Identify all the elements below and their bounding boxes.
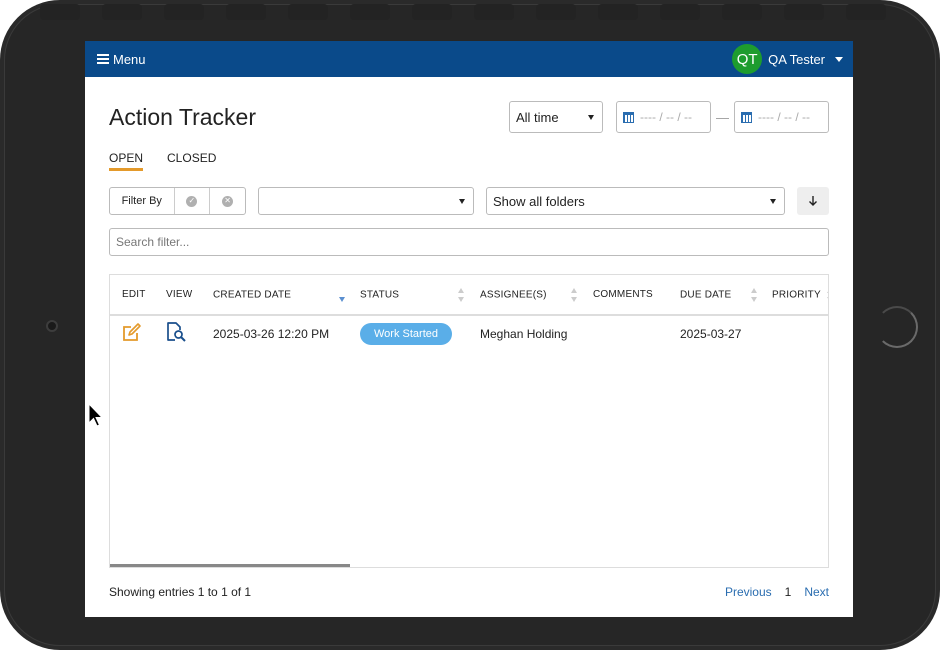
chevron-down-icon <box>459 198 465 204</box>
assignee-cell: Meghan Holding <box>480 326 568 341</box>
due-date-cell: 2025-03-27 <box>680 326 742 341</box>
edit-cell <box>110 315 154 351</box>
status-cell: Work Started <box>348 315 468 351</box>
sort-direction-button[interactable] <box>797 187 829 215</box>
sort-icon <box>458 287 465 302</box>
tab-open[interactable]: OPEN <box>109 151 144 171</box>
table-row: 2025-03-26 12:20 PM Work Started Meghan … <box>110 315 828 351</box>
tab-closed[interactable]: CLOSED <box>167 151 216 171</box>
view-cell <box>154 315 201 351</box>
chevron-down-icon <box>770 198 776 204</box>
filter-field-select[interactable] <box>258 187 474 215</box>
filter-clear-button[interactable]: ✕ <box>210 188 245 214</box>
column-header-comments[interactable]: COMMENTS <box>581 275 668 316</box>
sort-icon <box>751 287 758 302</box>
column-header-priority[interactable]: PRIORITY <box>760 275 828 316</box>
mouse-cursor-icon <box>88 403 104 427</box>
chevron-down-icon <box>835 56 843 62</box>
column-header-view: VIEW <box>154 275 201 316</box>
navbar: Menu QT QA Tester <box>85 41 853 77</box>
time-filter-select[interactable]: All time <box>509 101 603 133</box>
menu-button[interactable]: Menu <box>97 52 146 67</box>
header-row: Action Tracker All time ---- / -- / -- —… <box>109 101 829 133</box>
date-range-separator: — <box>716 109 729 125</box>
table-header-row: EDIT VIEW CREATED DATE STATUS ASSIGNEE(S… <box>110 275 828 316</box>
check-circle-icon: ✓ <box>186 195 198 207</box>
main-content: Action Tracker All time ---- / -- / -- —… <box>85 101 853 599</box>
sort-icon <box>570 287 578 302</box>
sort-desc-icon <box>339 288 346 302</box>
user-name: QA Tester <box>768 51 825 67</box>
date-from-input[interactable]: ---- / -- / -- <box>616 101 711 133</box>
action-table-container: EDIT VIEW CREATED DATE STATUS ASSIGNEE(S… <box>109 274 829 568</box>
date-to-placeholder: ---- / -- / -- <box>758 110 810 124</box>
filter-row: Filter By ✓ ✕ Show all folders <box>109 187 829 215</box>
sort-icon <box>826 287 828 302</box>
calendar-icon <box>623 111 634 123</box>
column-header-status[interactable]: STATUS <box>348 275 468 316</box>
column-header-edit: EDIT <box>110 275 154 316</box>
filter-by-button[interactable]: Filter By <box>110 188 175 214</box>
filter-button-group: Filter By ✓ ✕ <box>109 187 246 215</box>
search-input[interactable]: Search filter... <box>109 228 829 256</box>
comments-cell <box>581 315 668 351</box>
camera-icon <box>46 320 58 332</box>
arrow-down-icon <box>809 196 817 206</box>
edit-icon[interactable] <box>122 322 142 342</box>
entries-info: Showing entries 1 to 1 of 1 <box>109 585 252 599</box>
bezel-texture <box>40 4 900 22</box>
column-header-due-date[interactable]: DUE DATE <box>668 275 760 316</box>
date-from-placeholder: ---- / -- / -- <box>640 110 692 124</box>
filter-apply-button[interactable]: ✓ <box>175 188 211 214</box>
folder-select-value: Show all folders <box>493 193 585 209</box>
column-header-created-date[interactable]: CREATED DATE <box>201 275 348 316</box>
home-button[interactable] <box>876 306 918 348</box>
chevron-down-icon <box>588 114 594 120</box>
tablet-frame: Menu QT QA Tester Action Tracker All tim… <box>0 0 940 650</box>
document-search-icon[interactable] <box>166 322 188 342</box>
pagination: Previous 1 Next <box>725 585 829 599</box>
next-page-link[interactable]: Next <box>804 585 829 599</box>
user-menu[interactable]: QT QA Tester <box>732 44 843 74</box>
priority-cell <box>760 315 828 351</box>
table-footer: Showing entries 1 to 1 of 1 Previous 1 N… <box>109 585 829 599</box>
previous-page-link[interactable]: Previous <box>725 585 772 599</box>
created-date-cell: 2025-03-26 12:20 PM <box>213 326 330 341</box>
page-title: Action Tracker <box>109 103 256 130</box>
status-badge: Work Started <box>360 322 452 345</box>
menu-label: Menu <box>113 51 146 67</box>
header-controls: All time ---- / -- / -- — ---- / -- / -- <box>509 101 829 133</box>
horizontal-scrollbar[interactable] <box>110 564 350 567</box>
app-screen: Menu QT QA Tester Action Tracker All tim… <box>85 41 853 617</box>
column-header-assignees[interactable]: ASSIGNEE(S) <box>468 275 581 316</box>
avatar: QT <box>732 44 763 74</box>
time-filter-value: All time <box>516 109 559 125</box>
hamburger-icon <box>97 54 109 64</box>
folder-select[interactable]: Show all folders <box>486 187 785 215</box>
current-page-number[interactable]: 1 <box>785 585 792 599</box>
action-table: EDIT VIEW CREATED DATE STATUS ASSIGNEE(S… <box>110 275 828 351</box>
calendar-icon <box>741 111 752 123</box>
close-circle-icon: ✕ <box>222 195 234 207</box>
tabs: OPEN CLOSED <box>109 151 829 171</box>
date-to-input[interactable]: ---- / -- / -- <box>734 101 829 133</box>
search-placeholder: Search filter... <box>116 235 190 249</box>
